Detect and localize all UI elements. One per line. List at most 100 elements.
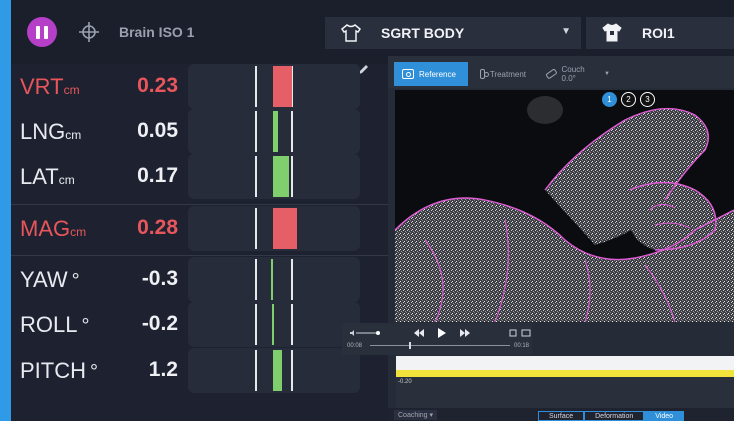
metric-unit: cm (70, 225, 87, 239)
scrub-bar[interactable] (370, 345, 510, 346)
end-time: 00:18 (514, 343, 530, 349)
timeline-scale: -0.20 (396, 377, 734, 408)
tab-deformation[interactable]: Deformation (584, 411, 645, 421)
deviation-gauge (188, 154, 360, 199)
metric-value: 1.2 (148, 358, 178, 381)
metric-name: MAGcm (20, 216, 86, 242)
metric-value: 0.17 (137, 164, 178, 187)
roi-selector[interactable]: ROI1 (586, 17, 734, 49)
view-mode-tabs: Surface Deformation Video (538, 411, 685, 421)
video-player-controls: 00:08 00:18 (342, 323, 532, 355)
deviation-gauge (188, 348, 360, 393)
pause-button[interactable] (27, 17, 57, 47)
deviation-bar (273, 66, 293, 107)
tab-video[interactable]: Video (644, 411, 685, 421)
metric-unit: cm (65, 128, 82, 142)
tolerance-tick (255, 111, 258, 152)
bottom-bar: Coaching ▾ Surface Deformation Video (388, 408, 734, 421)
camera-2-badge[interactable]: 2 (621, 92, 636, 107)
tab-treatment[interactable]: Treatment (472, 62, 534, 86)
setup-name: Brain ISO 1 (119, 24, 195, 40)
roi-label: ROI1 (642, 25, 675, 41)
metric-value: 0.23 (137, 74, 178, 97)
pause-icon (36, 25, 40, 39)
metric-name-text: YAW (20, 267, 68, 292)
tolerance-tick (291, 156, 294, 197)
metric-name-text: LNG (20, 119, 66, 144)
camera-3-badge[interactable]: 3 (640, 92, 655, 107)
deviation-gauge (188, 257, 360, 302)
deviation-bar (271, 304, 274, 345)
metric-name: ROLL ° (20, 312, 89, 338)
metric-value: 0.05 (137, 119, 178, 142)
metric-unit: cm (58, 173, 75, 187)
viewer-tabs: Reference Treatment Couch 0.0° ▼ (388, 56, 734, 88)
fast-forward-icon[interactable] (460, 329, 470, 337)
metric-row-mag: MAGcm 0.28 (18, 206, 368, 251)
tab-reference-label: Reference (419, 69, 456, 79)
couch-angle-dropdown[interactable]: Couch 0.0° ▼ (538, 62, 618, 86)
couch-angle-label: Couch 0.0° (561, 65, 585, 83)
metric-name-text: ROLL (20, 312, 78, 337)
surface-render (395, 90, 734, 322)
body-selector-dropdown[interactable]: SGRT BODY ▼ (325, 17, 581, 49)
snapshot-icon[interactable] (509, 329, 517, 337)
metric-name: YAW ° (20, 267, 80, 293)
tab-reference[interactable]: Reference (394, 62, 468, 86)
tolerance-tick (291, 259, 294, 300)
metric-name: LATcm (20, 164, 75, 190)
body-selector-label: SGRT BODY (381, 25, 465, 41)
metric-unit: ° (81, 315, 90, 337)
patient-surface-image[interactable]: 1 2 3 (395, 90, 734, 322)
tolerance-tick (291, 111, 294, 152)
roi-shirt-icon (602, 23, 622, 42)
start-time: 00:08 (347, 343, 363, 349)
top-bar: Brain ISO 1 SGRT BODY ▼ ROI1 (11, 0, 734, 64)
metric-name-text: LAT (20, 164, 59, 189)
tolerance-tick (255, 304, 258, 345)
deviation-bar (273, 350, 282, 391)
volume-icon[interactable] (350, 330, 380, 336)
deviation-bar (273, 111, 279, 152)
metric-value: 0.28 (137, 216, 178, 239)
signal-timeline[interactable]: -0.20 (396, 356, 734, 408)
tab-treatment-label: Treatment (489, 69, 526, 79)
coaching-dropdown[interactable]: Coaching ▾ (394, 410, 438, 420)
signal-trace (396, 370, 734, 377)
metric-value: -0.2 (141, 312, 178, 335)
deviation-bar (271, 259, 274, 300)
metric-row-roll: ROLL ° -0.2 (18, 302, 368, 347)
metric-name-text: MAG (20, 216, 71, 241)
metric-name-text: PITCH (20, 358, 86, 383)
couch-icon (545, 68, 558, 80)
deviation-bar (273, 208, 298, 249)
metric-name: PITCH ° (20, 358, 98, 384)
tolerance-tick (255, 208, 258, 249)
tolerance-tick (291, 350, 294, 391)
metric-unit: ° (71, 270, 80, 292)
rewind-icon[interactable] (414, 329, 424, 337)
scale-label: -0.20 (398, 379, 412, 385)
tolerance-tick (255, 350, 258, 391)
metric-row-vrt: VRTcm 0.23 (18, 64, 368, 109)
metric-unit: cm (63, 83, 80, 97)
tab-surface[interactable]: Surface (538, 411, 585, 421)
metric-name-text: VRT (20, 74, 64, 99)
chevron-down-icon: ▼ (561, 26, 571, 37)
scrub-handle[interactable] (409, 342, 412, 349)
play-icon[interactable] (438, 328, 446, 338)
player-icons (350, 328, 531, 338)
metric-row-lat: LATcm 0.17 (18, 154, 368, 199)
metric-value: -0.3 (141, 267, 178, 290)
metric-row-pitch: PITCH ° 1.2 (18, 348, 368, 393)
left-accent-bar (0, 0, 11, 421)
body-shirt-icon (341, 24, 361, 42)
tolerance-tick (255, 156, 258, 197)
deviation-gauge (188, 64, 360, 109)
camera-icon (402, 69, 414, 79)
camera-icon (480, 69, 489, 79)
camera-1-badge[interactable]: 1 (602, 92, 617, 107)
fullscreen-icon[interactable] (521, 329, 531, 337)
metric-name: LNGcm (20, 119, 81, 145)
tolerance-tick (255, 66, 258, 107)
